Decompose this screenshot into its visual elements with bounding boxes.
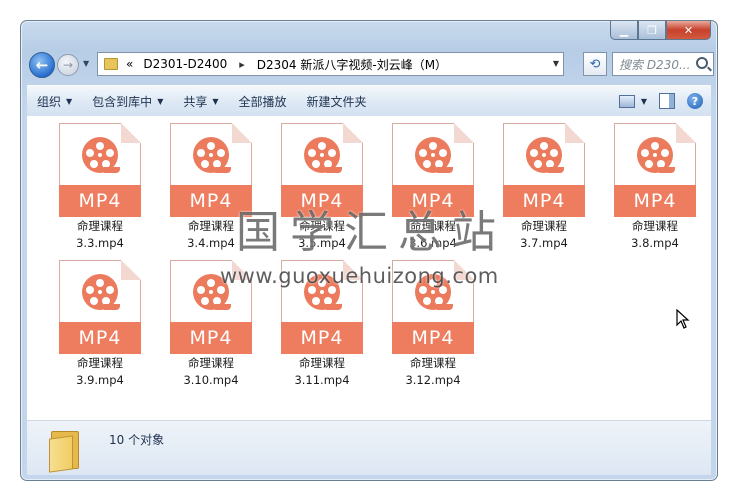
new-folder-label: 新建文件夹	[306, 94, 367, 109]
share-label: 共享	[183, 94, 208, 109]
file-name-line: 3.10.mp4	[183, 373, 239, 387]
chevron-down-icon: ▼	[212, 96, 219, 106]
back-button[interactable]: ←	[29, 52, 55, 78]
search-input[interactable]: 搜索 D230...	[612, 52, 714, 76]
file-item[interactable]: MP4 命理课程 3.7.mp4	[494, 123, 594, 252]
watermark-title: 国学汇总站	[236, 207, 506, 258]
address-row: ← → ▼ « D2301-D2400 ▸ D2304 新派八字视频-刘云峰（M…	[27, 51, 714, 79]
file-name-line: 3.3.mp4	[76, 236, 124, 250]
file-name-line: 命理课程	[632, 219, 678, 233]
file-type-badge: MP4	[281, 322, 363, 354]
breadcrumb-item[interactable]: D2301-D2400	[139, 57, 231, 71]
chevron-down-icon: ▼	[66, 96, 73, 106]
file-name-line: 命理课程	[77, 219, 123, 233]
chevron-down-icon: ▼	[157, 96, 164, 106]
file-type-badge: MP4	[59, 185, 141, 217]
preview-pane-icon[interactable]	[659, 93, 675, 109]
refresh-button[interactable]: ⟲	[583, 52, 607, 76]
file-type-badge: MP4	[503, 185, 585, 217]
caption-buttons: ▁ ❐ ✕	[610, 21, 711, 41]
file-name-line: 命理课程	[188, 356, 234, 370]
file-name-line: 命理课程	[521, 219, 567, 233]
file-name-line: 命理课程	[410, 356, 456, 370]
file-type-badge: MP4	[59, 322, 141, 354]
forward-arrow-icon: →	[62, 58, 74, 72]
details-pane: 10 个对象	[27, 421, 711, 475]
address-bar[interactable]: « D2301-D2400 ▸ D2304 新派八字视频-刘云峰（M） ▼	[97, 52, 564, 76]
mp4-file-icon: MP4	[59, 260, 141, 354]
breadcrumb-item[interactable]: D2304 新派八字视频-刘云峰（M）	[253, 56, 451, 73]
file-item[interactable]: MP4 命理课程 3.3.mp4	[50, 123, 150, 252]
share-menu[interactable]: 共享 ▼	[173, 93, 228, 110]
command-bar: 组织 ▼ 包含到库中 ▼ 共享 ▼ 全部播放 新建文件夹 ▼ ?	[27, 85, 711, 117]
organize-menu[interactable]: 组织 ▼	[27, 93, 82, 110]
folder-icon	[49, 429, 79, 473]
maximize-button[interactable]: ❐	[638, 21, 666, 40]
include-in-library-menu[interactable]: 包含到库中 ▼	[82, 93, 173, 110]
file-type-badge: MP4	[392, 322, 474, 354]
recent-pages-dropdown[interactable]: ▼	[83, 59, 89, 68]
chevron-down-icon[interactable]: ▼	[641, 97, 647, 106]
change-view-icon[interactable]	[618, 94, 635, 108]
refresh-icon: ⟲	[589, 56, 601, 72]
search-placeholder: 搜索 D230...	[619, 57, 691, 72]
file-type-badge: MP4	[614, 185, 696, 217]
mouse-cursor-icon	[676, 308, 690, 333]
file-name-line: 命理课程	[299, 356, 345, 370]
back-arrow-icon: ←	[35, 56, 49, 74]
mp4-file-icon: MP4	[614, 123, 696, 217]
watermark-url: www.guoxuehuizong.com	[220, 264, 499, 288]
play-all-button[interactable]: 全部播放	[229, 93, 297, 110]
play-all-label: 全部播放	[238, 94, 287, 109]
search-icon[interactable]	[696, 57, 708, 69]
close-button[interactable]: ✕	[666, 21, 711, 40]
file-type-badge: MP4	[170, 322, 252, 354]
item-count: 10 个对象	[109, 433, 165, 447]
minimize-button[interactable]: ▁	[610, 21, 638, 40]
mp4-file-icon: MP4	[503, 123, 585, 217]
navigation-buttons: ← → ▼	[27, 51, 97, 79]
file-name-line: 命理课程	[77, 356, 123, 370]
file-item[interactable]: MP4 命理课程 3.8.mp4	[605, 123, 705, 252]
file-name-line: 3.11.mp4	[294, 373, 350, 387]
file-item[interactable]: MP4 命理课程 3.9.mp4	[50, 260, 150, 389]
mp4-file-icon: MP4	[59, 123, 141, 217]
organize-label: 组织	[37, 94, 62, 109]
address-dropdown-icon[interactable]: ▼	[553, 59, 559, 68]
file-name-line: 3.12.mp4	[405, 373, 461, 387]
help-icon[interactable]: ?	[687, 93, 703, 109]
file-name-line: 3.7.mp4	[520, 236, 568, 250]
breadcrumb-overflow[interactable]: «	[126, 57, 133, 71]
forward-button[interactable]: →	[57, 54, 79, 76]
folder-icon	[104, 58, 118, 70]
view-controls: ▼ ?	[618, 86, 711, 116]
include-in-library-label: 包含到库中	[92, 94, 153, 109]
breadcrumb-separator-icon[interactable]: ▸	[239, 58, 245, 71]
file-name-line: 3.9.mp4	[76, 373, 124, 387]
new-folder-button[interactable]: 新建文件夹	[297, 93, 377, 110]
file-name-line: 3.8.mp4	[631, 236, 679, 250]
